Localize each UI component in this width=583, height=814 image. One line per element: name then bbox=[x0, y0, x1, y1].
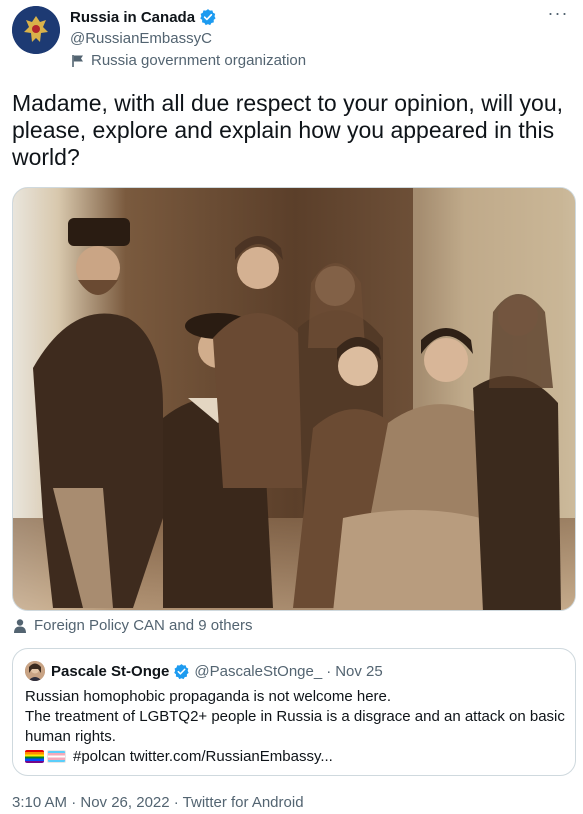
quoted-text-links: #polcan twitter.com/RussianEmbassy... bbox=[73, 748, 333, 765]
quoted-tweet-text: Russian homophobic propaganda is not wel… bbox=[25, 687, 565, 767]
rainbow-flag-icon bbox=[25, 750, 44, 763]
author-avatar[interactable] bbox=[12, 6, 60, 54]
quoted-author-name: Pascale St-Onge bbox=[51, 662, 170, 680]
tweet-timestamp[interactable]: 3:10 AM · Nov 26, 2022 · Twitter for And… bbox=[12, 794, 304, 811]
pride-flags bbox=[25, 750, 69, 763]
flag-icon bbox=[72, 54, 83, 67]
tweet-text: Madame, with all due respect to your opi… bbox=[12, 90, 564, 170]
verified-badge-icon bbox=[200, 9, 216, 26]
family-photo-image bbox=[13, 188, 575, 610]
government-label-text: Russia government organization bbox=[91, 52, 307, 69]
more-icon[interactable]: ··· bbox=[544, 4, 572, 28]
author-name-row[interactable]: Russia in Canada bbox=[70, 8, 217, 26]
transgender-flag-icon bbox=[47, 750, 66, 763]
tagged-users-text[interactable]: Foreign Policy CAN and 9 others bbox=[34, 617, 252, 634]
tweet-photo[interactable] bbox=[12, 187, 576, 611]
verified-badge-icon bbox=[174, 663, 190, 679]
tagged-users[interactable]: Foreign Policy CAN and 9 others bbox=[12, 617, 252, 634]
quoted-text-line: The treatment of LGBTQ2+ people in Russi… bbox=[25, 708, 565, 745]
tweet-header: Russia in Canada @RussianEmbassyC Russia… bbox=[12, 4, 572, 70]
quoted-text-line: Russian homophobic propaganda is not wel… bbox=[25, 688, 392, 705]
quoted-author-avatar bbox=[25, 661, 45, 681]
quoted-tweet-date: Nov 25 bbox=[335, 662, 383, 680]
quoted-tweet[interactable]: Pascale St-Onge @PascaleStOnge_ · Nov 25… bbox=[12, 648, 576, 776]
quoted-text-line: #polcan twitter.com/RussianEmbassy... bbox=[25, 747, 565, 767]
quoted-tweet-header: Pascale St-Onge @PascaleStOnge_ · Nov 25 bbox=[25, 661, 383, 681]
author-handle[interactable]: @RussianEmbassyC bbox=[70, 30, 212, 47]
quoted-author-handle: @PascaleStOnge_ bbox=[194, 662, 323, 680]
person-icon bbox=[14, 618, 26, 633]
author-name[interactable]: Russia in Canada bbox=[70, 9, 195, 26]
separator-dot: · bbox=[326, 662, 332, 680]
government-label: Russia government organization bbox=[70, 52, 306, 69]
